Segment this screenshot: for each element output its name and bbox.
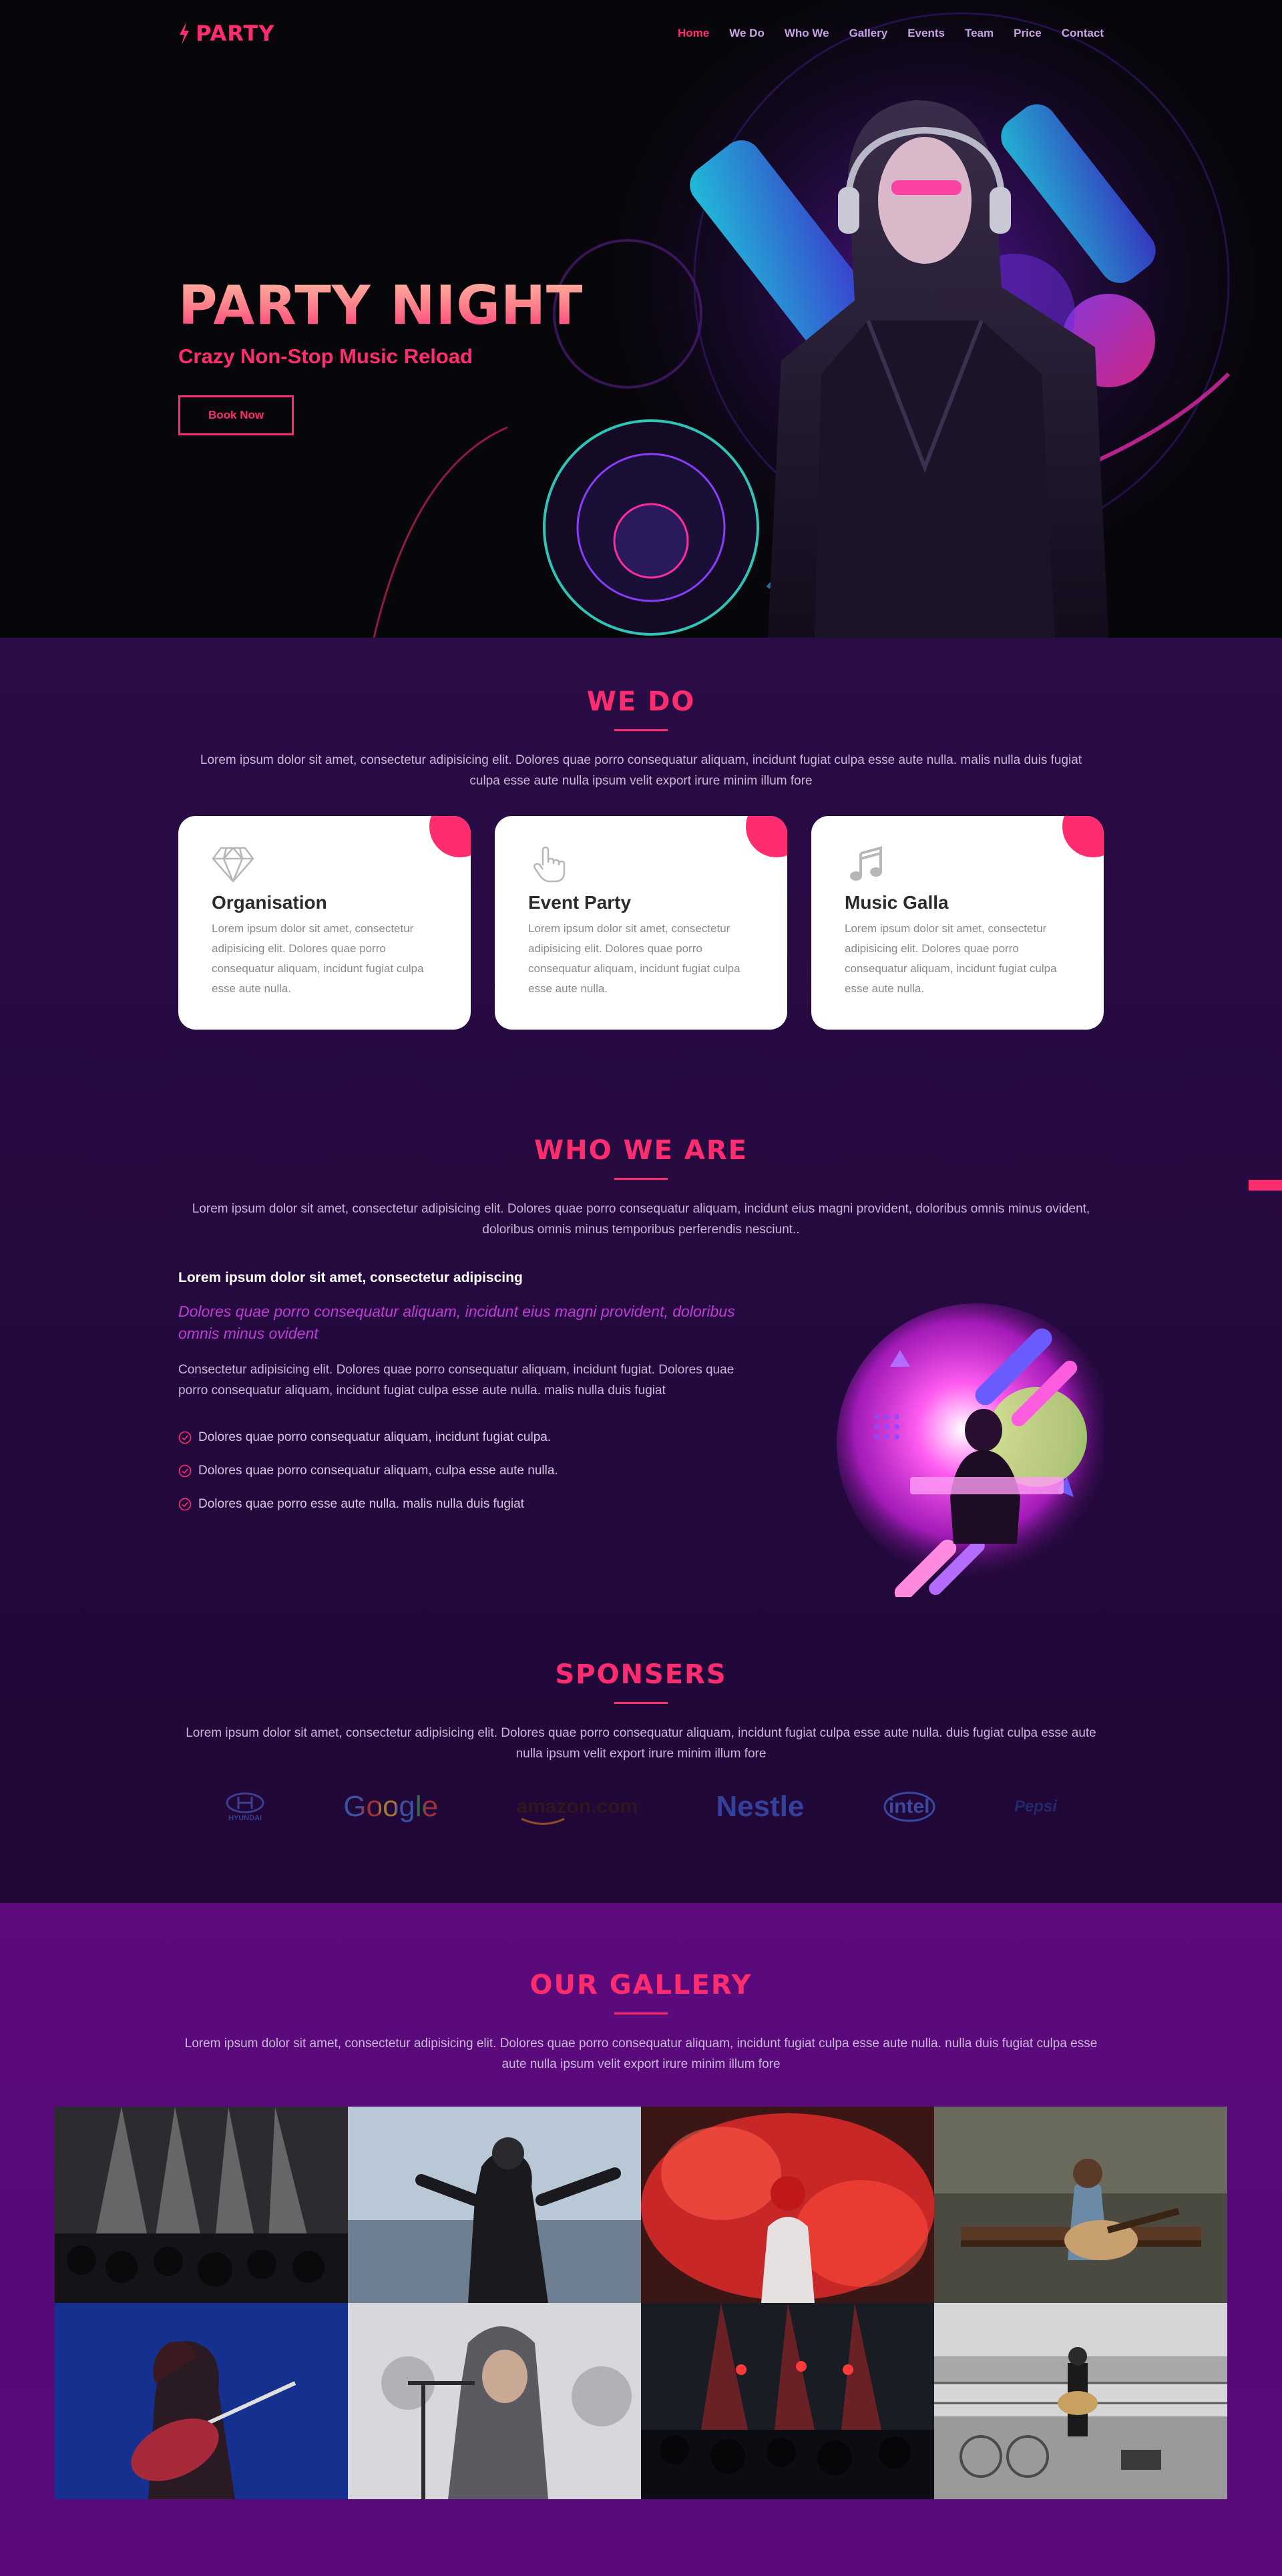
gallery-photo-performer-crowd[interactable] <box>348 2107 641 2303</box>
sponsor-logo-intel[interactable]: intel <box>883 1790 936 1823</box>
nav-link-price[interactable]: Price <box>1014 27 1042 40</box>
gallery-photo-bassist-blue[interactable] <box>55 2303 348 2499</box>
nav-link-events[interactable]: Events <box>907 27 945 40</box>
site-logo[interactable]: PARTY <box>178 21 274 46</box>
sponsors-underline <box>614 1702 668 1704</box>
sponsor-name: amazon.com <box>516 1795 638 1817</box>
sponsor-logo-google[interactable]: Google <box>343 1790 438 1823</box>
gallery-underline <box>614 2012 668 2014</box>
who-paragraph: Consectetur adipisicing elit. Dolores qu… <box>178 1363 734 1398</box>
who-heading: Lorem ipsum dolor sit amet, consectetur … <box>178 1270 523 1285</box>
service-card-event-party[interactable]: Event Party Lorem ipsum dolor sit amet, … <box>495 816 787 1030</box>
list-item: Dolores quae porro consequatur aliquam, … <box>178 1454 766 1488</box>
who-italic-quote: Dolores quae porro consequatur aliquam, … <box>178 1303 735 1342</box>
dj-illustration <box>837 1303 1104 1597</box>
sponsors-title: SPONSERS <box>555 1659 727 1690</box>
list-item: Dolores quae porro consequatur aliquam, … <box>178 1421 766 1454</box>
nav-link-contact[interactable]: Contact <box>1062 27 1104 40</box>
card-title: Organisation <box>212 892 327 913</box>
book-now-button[interactable]: Book Now <box>178 395 294 435</box>
music-note-icon <box>845 845 887 883</box>
check-circle-icon <box>178 1464 192 1478</box>
gallery-description: Lorem ipsum dolor sit amet, consectetur … <box>184 2036 1098 2071</box>
hyundai-logo-icon <box>226 1792 264 1813</box>
content-band: WE DO Lorem ipsum dolor sit amet, consec… <box>0 638 1282 1903</box>
gallery-title: OUR GALLERY <box>529 1970 753 2000</box>
gallery-grid <box>55 2107 1227 2499</box>
sponsor-logo-nestle[interactable]: Nestle <box>716 1790 804 1823</box>
check-circle-icon <box>178 1431 192 1444</box>
sponsor-logo-amazon[interactable]: amazon.com <box>516 1795 638 1825</box>
card-text: Lorem ipsum dolor sit amet, consectetur … <box>845 922 1057 995</box>
hero-text: PARTY NIGHT Crazy Non-Stop Music Reload … <box>178 279 583 435</box>
who-we-are-section: WHO WE ARE Lorem ipsum dolor sit amet, c… <box>0 1068 1282 1656</box>
diamond-icon <box>212 845 254 883</box>
service-cards: Organisation Lorem ipsum dolor sit amet,… <box>178 816 1104 1030</box>
nav-link-gallery[interactable]: Gallery <box>849 27 888 40</box>
card-corner-accent <box>746 816 787 857</box>
who-we-are-description: Lorem ipsum dolor sit amet, consectetur … <box>192 1202 1090 1237</box>
sponsor-name: Pepsi <box>1014 1797 1057 1815</box>
card-text: Lorem ipsum dolor sit amet, consectetur … <box>528 922 740 995</box>
sponsor-logo-pepsi[interactable]: Pepsi <box>1014 1797 1057 1816</box>
service-card-music-galla[interactable]: Music Galla Lorem ipsum dolor sit amet, … <box>811 816 1104 1030</box>
hero-section: PARTY Home We Do Who We Gallery Events T… <box>0 0 1282 638</box>
gallery-photo-red-lights-crowd[interactable] <box>641 2303 934 2499</box>
we-do-description: Lorem ipsum dolor sit amet, consectetur … <box>200 753 1082 788</box>
sponsor-name: intel <box>888 1795 930 1817</box>
list-item-text: Dolores quae porro consequatur aliquam, … <box>198 1464 558 1478</box>
we-do-section: WE DO Lorem ipsum dolor sit amet, consec… <box>0 638 1282 1068</box>
who-we-are-content: Lorem ipsum dolor sit amet, consectetur … <box>178 1270 1104 1597</box>
sponsors-section: SPONSERS Lorem ipsum dolor sit amet, con… <box>0 1656 1282 1903</box>
gallery-photo-concert-stage[interactable] <box>55 2107 348 2303</box>
list-item-text: Dolores quae porro consequatur aliquam, … <box>198 1430 552 1444</box>
list-item-text: Dolores quae porro esse aute nulla. mali… <box>198 1497 524 1511</box>
card-text: Lorem ipsum dolor sit amet, consectetur … <box>212 922 424 995</box>
gallery-photo-street-musician[interactable] <box>934 2303 1227 2499</box>
card-corner-accent <box>1062 816 1104 857</box>
nav-link-who-we[interactable]: Who We <box>785 27 829 40</box>
who-checklist: Dolores quae porro consequatur aliquam, … <box>178 1421 766 1521</box>
sponsor-logo-hyundai[interactable]: HYUNDAI <box>225 1791 265 1822</box>
nav-link-we-do[interactable]: We Do <box>729 27 765 40</box>
nav-links: Home We Do Who We Gallery Events Team Pr… <box>678 27 1104 40</box>
logo-text: PARTY <box>196 21 275 46</box>
gallery-photo-guitarist-bench[interactable] <box>934 2107 1227 2303</box>
sponsor-name: HYUNDAI <box>228 1814 262 1822</box>
lightning-icon <box>180 22 189 45</box>
we-do-underline <box>614 729 668 731</box>
hero-title: PARTY NIGHT <box>178 274 584 337</box>
gallery-section: OUR GALLERY Lorem ipsum dolor sit amet, … <box>0 1903 1282 2576</box>
service-card-organisation[interactable]: Organisation Lorem ipsum dolor sit amet,… <box>178 816 471 1030</box>
sponsor-name: Nestle <box>716 1790 805 1823</box>
card-title: Music Galla <box>845 892 949 913</box>
nav-link-home[interactable]: Home <box>678 27 709 40</box>
gallery-photo-red-smoke[interactable] <box>641 2107 934 2303</box>
amazon-smile-icon <box>521 1817 566 1825</box>
check-circle-icon <box>178 1498 192 1511</box>
pointer-hand-icon <box>528 845 571 883</box>
side-scroll-tab[interactable] <box>1249 1180 1282 1191</box>
card-title: Event Party <box>528 892 632 913</box>
sponsors-description: Lorem ipsum dolor sit amet, consectetur … <box>186 1726 1096 1761</box>
card-corner-accent <box>429 816 471 857</box>
list-item: Dolores quae porro esse aute nulla. mali… <box>178 1488 766 1521</box>
sponsor-logos: HYUNDAI Google amazon.com Nestle intel P… <box>178 1787 1104 1827</box>
who-we-are-text: Lorem ipsum dolor sit amet, consectetur … <box>178 1270 766 1597</box>
main-nav: PARTY Home We Do Who We Gallery Events T… <box>0 0 1282 67</box>
nav-link-team[interactable]: Team <box>965 27 994 40</box>
who-we-are-title: WHO WE ARE <box>534 1135 748 1166</box>
we-do-title: WE DO <box>586 686 696 717</box>
sponsor-name: Google <box>343 1790 439 1823</box>
hero-subtitle: Crazy Non-Stop Music Reload <box>178 345 473 368</box>
gallery-photo-hooded-singer[interactable] <box>348 2303 641 2499</box>
who-we-are-underline <box>614 1178 668 1180</box>
